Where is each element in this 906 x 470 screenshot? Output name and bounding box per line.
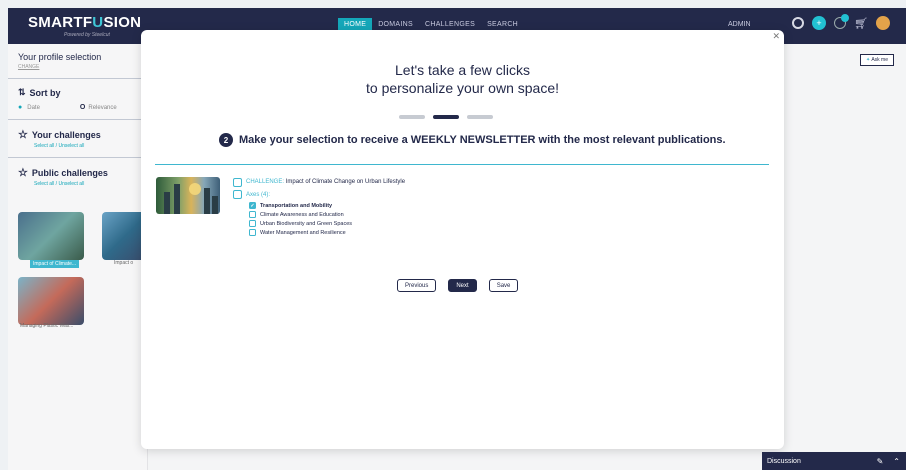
axis-label: Transportation and Mobility (260, 202, 333, 209)
user-name[interactable]: ADMIN (728, 21, 751, 28)
challenge-card-image[interactable] (18, 277, 84, 325)
previous-button[interactable]: Previous (397, 279, 437, 292)
profile-title: Your profile selection (18, 52, 102, 62)
ai-icon: ✦ (866, 57, 871, 63)
step-2 (433, 115, 459, 119)
challenge-card-label[interactable]: Impact o (114, 260, 133, 266)
modal-title: Let's take a few clicks to personalize y… (141, 61, 784, 97)
logo[interactable]: SMARTFUSION (28, 14, 141, 31)
challenge-checkbox[interactable] (233, 177, 242, 187)
chevron-up-icon[interactable]: ⌃ (893, 457, 900, 466)
discussion-bar[interactable]: Discussion ✎ ⌃ (762, 452, 906, 470)
modal-title-line2: to personalize your own space! (366, 80, 559, 96)
building-icon (164, 192, 170, 214)
axis-label: Urban Biodiversity and Green Spaces (260, 220, 353, 227)
notification-icon[interactable] (834, 14, 849, 29)
axis-item[interactable]: Water Management and Resilience (249, 228, 405, 237)
axis-item[interactable]: Urban Biodiversity and Green Spaces (249, 219, 405, 228)
star-icon: ☆ (18, 167, 28, 179)
discussion-label: Discussion (767, 457, 801, 465)
ask-me-button[interactable]: ✦ Ask me (860, 54, 894, 66)
building-icon (174, 184, 180, 214)
axis-checkbox[interactable] (249, 211, 256, 218)
axis-checkbox-checked[interactable]: ✓ (249, 202, 256, 209)
profile-change-link[interactable]: CHANGE (18, 64, 137, 70)
star-icon: ☆ (18, 129, 28, 141)
top-icons: + 🛒︎ (792, 14, 890, 30)
axes-row[interactable]: Axes (4): (233, 188, 405, 201)
step-1 (399, 115, 425, 119)
divider (155, 164, 769, 165)
sort-title: Sort by (29, 87, 61, 98)
sort-icon: ⇅ (18, 87, 26, 97)
sun-icon (189, 183, 201, 195)
challenge-card-label[interactable]: Impact of Climate... (30, 260, 80, 268)
your-challenges-select-link[interactable]: Select all / Unselect all (34, 143, 137, 149)
step-number-badge: 2 (219, 133, 233, 147)
axes-list: ✓ Transportation and Mobility Climate Aw… (249, 201, 405, 237)
challenge-card-image[interactable] (18, 212, 84, 260)
challenge-thumbnail (156, 177, 220, 214)
challenge-name: Impact of Climate Change on Urban Lifest… (285, 179, 406, 185)
add-icon[interactable]: + (812, 16, 826, 30)
axis-item[interactable]: Climate Awareness and Education (249, 210, 405, 219)
modal-title-line1: Let's take a few clicks (395, 62, 530, 78)
your-challenges-section: ☆ Your challenges Select all / Unselect a… (8, 120, 147, 158)
save-button[interactable]: Save (488, 279, 519, 292)
step-indicator (399, 115, 493, 119)
axis-label: Water Management and Resilience (260, 229, 346, 236)
axis-label: Climate Awareness and Education (260, 211, 344, 218)
building-icon (204, 188, 210, 214)
public-challenges-select-link[interactable]: Select all / Unselect all (34, 181, 137, 187)
modal-buttons: Previous Next Save (397, 279, 519, 292)
notification-badge (841, 14, 849, 22)
instruction-text: Make your selection to receive a WEEKLY … (239, 134, 726, 146)
close-icon[interactable]: ✕ (772, 31, 780, 42)
your-challenges-title: Your challenges (31, 129, 101, 140)
axes-label: Axes (4): (246, 191, 271, 198)
settings-icon[interactable] (792, 17, 804, 29)
edit-icon[interactable]: ✎ (877, 457, 884, 466)
building-icon (212, 196, 218, 214)
axis-checkbox[interactable] (249, 220, 256, 227)
sort-date-radio[interactable]: Date (18, 104, 40, 111)
public-challenges-title: Public challenges (31, 167, 108, 178)
step-3 (467, 115, 493, 119)
personalize-modal: ✕ Let's take a few clicks to personalize… (141, 30, 784, 449)
sort-relevance-radio[interactable]: Relevance (80, 104, 116, 111)
challenge-row[interactable]: CHALLENGE: Impact of Climate Change on U… (233, 176, 405, 188)
axis-checkbox[interactable] (249, 229, 256, 236)
next-button[interactable]: Next (448, 279, 477, 292)
sort-section: ⇅Sort by Date Relevance (8, 79, 147, 120)
logo-subtitle: Powered by Steelcut (64, 32, 110, 38)
instruction: 2 Make your selection to receive a WEEKL… (219, 133, 726, 147)
axes-checkbox[interactable] (233, 190, 242, 199)
challenge-prefix: CHALLENGE: (246, 179, 285, 185)
sidebar: Your profile selection CHANGE ⇅Sort by D… (8, 44, 148, 470)
selection-options: CHALLENGE: Impact of Climate Change on U… (233, 176, 405, 237)
challenge-card-label[interactable]: Managing Plastic Was... (20, 323, 73, 329)
profile-selection: Your profile selection CHANGE (8, 44, 147, 79)
avatar[interactable] (876, 16, 890, 30)
axis-item[interactable]: ✓ Transportation and Mobility (249, 201, 405, 210)
cart-icon[interactable]: 🛒︎ (854, 16, 868, 30)
public-challenges-section: ☆ Public challenges Select all / Unselect… (8, 158, 147, 195)
